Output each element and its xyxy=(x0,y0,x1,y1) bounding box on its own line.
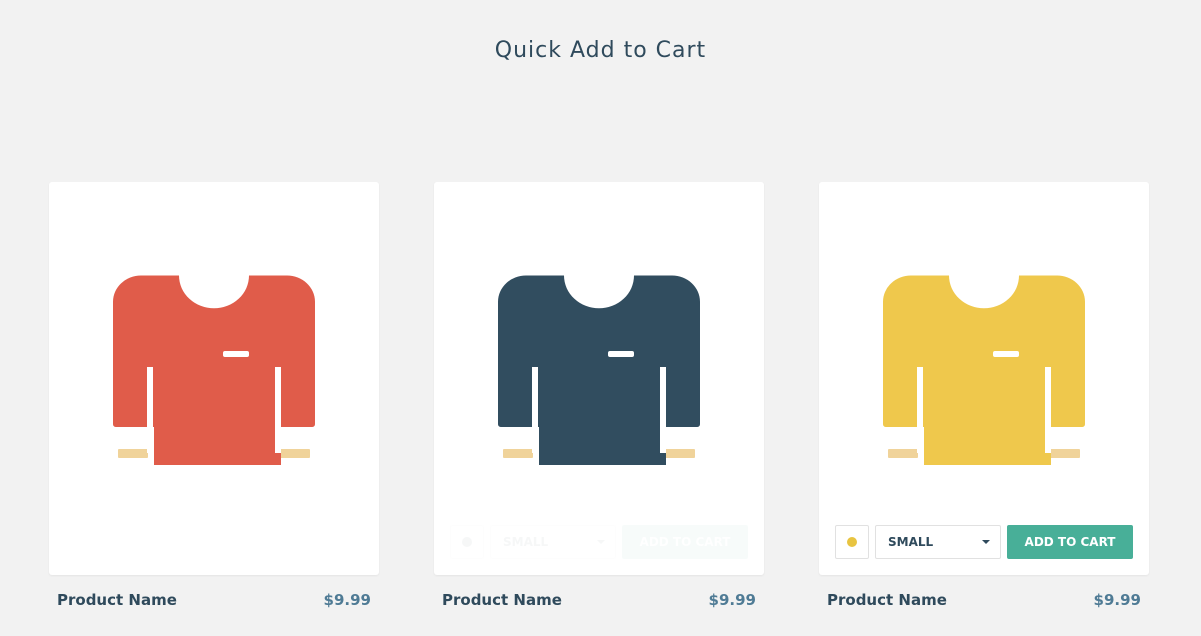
quick-add-controls: SMALL ADD TO CART xyxy=(835,525,1133,559)
product-image-area[interactable]: SMALL ADD TO CART xyxy=(434,182,764,575)
chevron-down-icon xyxy=(982,540,990,544)
product-card[interactable]: Product Name $9.99 xyxy=(49,182,379,609)
product-name[interactable]: Product Name xyxy=(827,591,947,609)
product-price: $9.99 xyxy=(323,591,371,609)
color-swatch[interactable] xyxy=(835,525,869,559)
quick-add-controls: SMALL ADD TO CART xyxy=(450,525,748,559)
chevron-down-icon xyxy=(597,540,605,544)
shirt-icon xyxy=(113,275,315,465)
product-price: $9.99 xyxy=(708,591,756,609)
product-price: $9.99 xyxy=(1093,591,1141,609)
add-to-cart-button[interactable]: ADD TO CART xyxy=(622,525,748,559)
product-name[interactable]: Product Name xyxy=(442,591,562,609)
page-title: Quick Add to Cart xyxy=(494,38,707,63)
shirt-body xyxy=(883,275,1085,465)
color-swatch[interactable] xyxy=(450,525,484,559)
shirt-icon xyxy=(498,275,700,465)
product-image-area[interactable] xyxy=(49,182,379,575)
size-select[interactable]: SMALL xyxy=(875,525,1001,559)
size-select-value: SMALL xyxy=(888,535,934,549)
product-name[interactable]: Product Name xyxy=(57,591,177,609)
product-image-area[interactable]: SMALL ADD TO CART xyxy=(819,182,1149,575)
product-card[interactable]: SMALL ADD TO CART Product Name $9.99 xyxy=(819,182,1149,609)
shirt-body xyxy=(498,275,700,465)
product-card[interactable]: SMALL ADD TO CART Product Name $9.99 xyxy=(434,182,764,609)
size-select-value: SMALL xyxy=(503,535,548,549)
add-to-cart-button[interactable]: ADD TO CART xyxy=(1007,525,1133,559)
size-select[interactable]: SMALL xyxy=(490,525,616,559)
shirt-body xyxy=(113,275,315,465)
shirt-icon xyxy=(883,275,1085,465)
color-dot xyxy=(847,537,857,547)
color-dot xyxy=(462,537,472,547)
